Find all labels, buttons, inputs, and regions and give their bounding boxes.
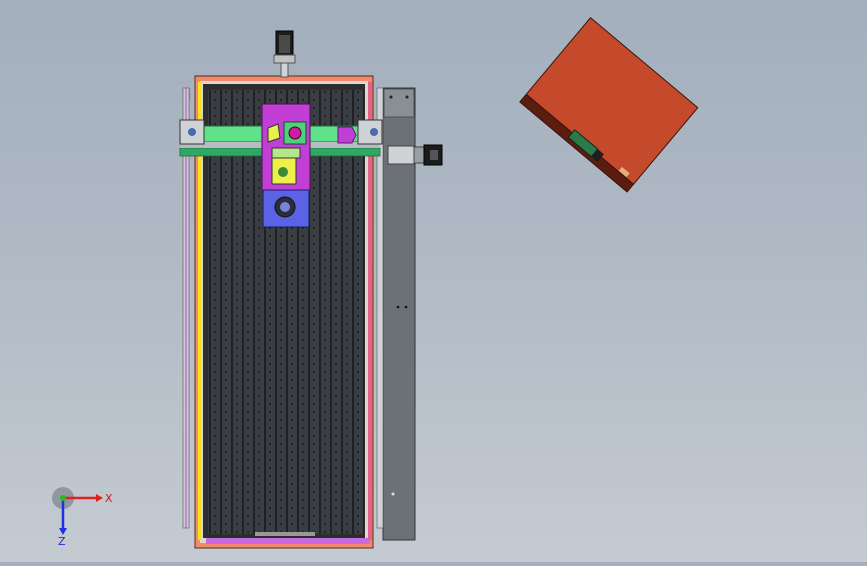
x-axis-label: X (105, 492, 113, 505)
coordinate-triad: X Z (52, 487, 113, 548)
z-axis-label: Z (58, 535, 66, 548)
cad-viewport[interactable]: X Z (0, 0, 867, 562)
control-box[interactable] (519, 16, 699, 193)
cnc-model-view[interactable] (0, 0, 867, 562)
spindle-mount[interactable] (262, 189, 310, 228)
z-carriage[interactable] (261, 103, 311, 191)
y-stepper-motor[interactable] (273, 30, 296, 78)
x-stepper-motor[interactable] (387, 144, 443, 166)
y-axis-dot (60, 495, 66, 501)
bottom-bracket (255, 532, 315, 536)
bottom-strip (206, 538, 370, 544)
